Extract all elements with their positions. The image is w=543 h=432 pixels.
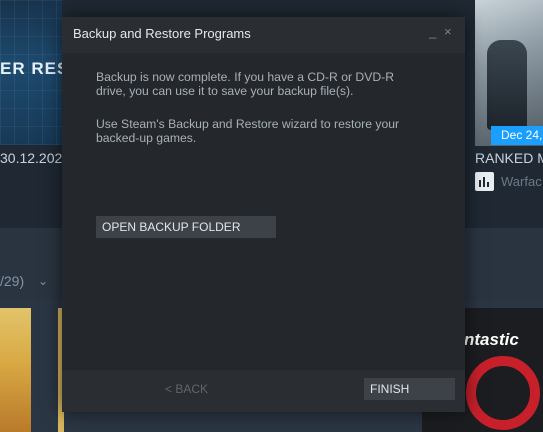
backup-restore-dialog: Backup and Restore Programs _ × Backup i… — [62, 17, 465, 412]
game-tile[interactable] — [0, 308, 31, 432]
backup-complete-message: Backup is now complete. If you have a CD… — [96, 70, 395, 98]
game-tile-logo — [466, 356, 540, 430]
open-backup-folder-button[interactable]: OPEN BACKUP FOLDER — [96, 216, 276, 238]
dialog-body: Backup is now complete. If you have a CD… — [62, 53, 465, 370]
game-card-left-date: 30.12.202 — [0, 150, 63, 166]
restore-hint-message: Use Steam's Backup and Restore wizard to… — [96, 117, 400, 145]
minimize-icon[interactable]: _ — [429, 23, 436, 41]
publisher-name: Warfac — [501, 174, 542, 189]
chevron-down-icon[interactable]: ⌄ — [38, 274, 48, 288]
card-art — [487, 40, 527, 130]
dialog-title: Backup and Restore Programs — [73, 26, 251, 41]
publisher-icon — [475, 172, 494, 191]
dialog-titlebar[interactable]: Backup and Restore Programs _ × — [62, 17, 465, 53]
event-date-badge: Dec 24, — [491, 126, 543, 145]
finish-button[interactable]: FINISH — [364, 378, 455, 400]
back-button[interactable]: < BACK — [157, 378, 242, 400]
dialog-footer: < BACK FINISH — [62, 370, 465, 412]
game-tile-title: ntastic — [464, 330, 519, 349]
close-icon[interactable]: × — [444, 23, 452, 41]
game-card-right[interactable] — [475, 0, 543, 146]
collection-count: /29) — [0, 273, 25, 289]
game-card-right-title: RANKED M — [475, 150, 543, 166]
